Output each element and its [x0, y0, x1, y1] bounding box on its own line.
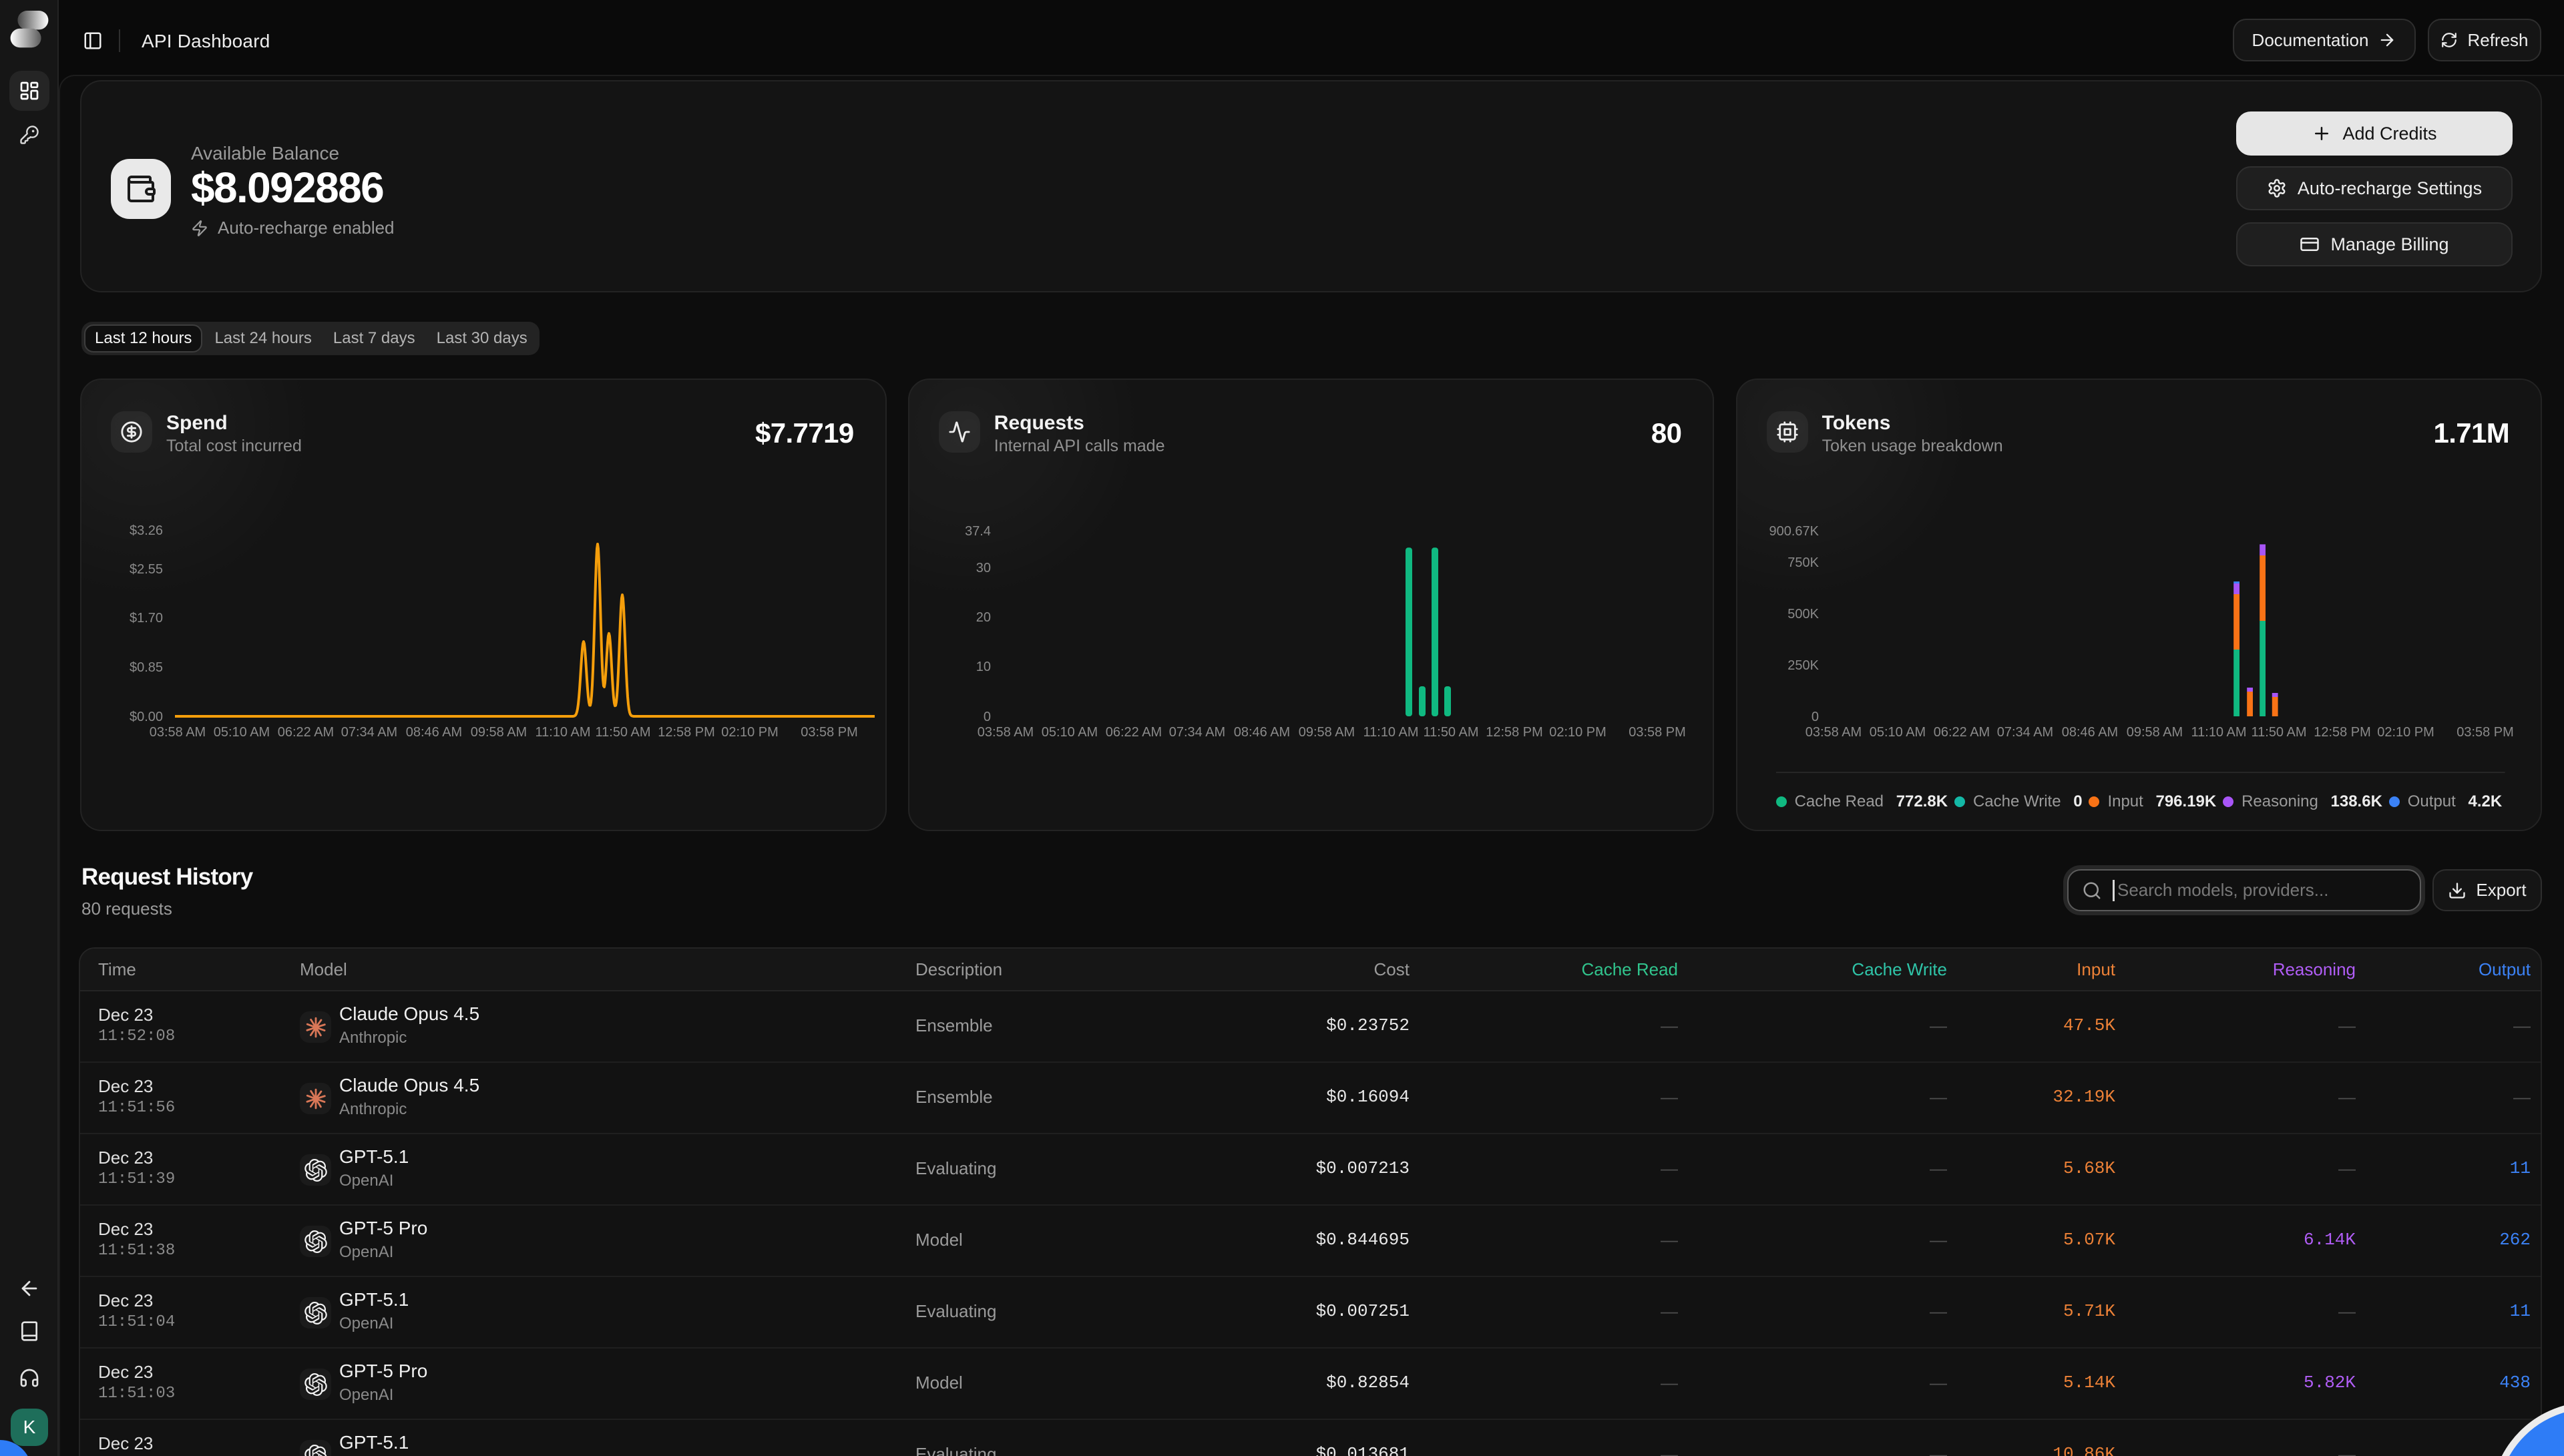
svg-text:750K: 750K	[1787, 555, 1819, 570]
svg-text:02:10 PM: 02:10 PM	[721, 725, 779, 740]
svg-text:08:46 AM: 08:46 AM	[2061, 725, 2117, 740]
svg-text:02:10 PM: 02:10 PM	[1549, 725, 1607, 740]
svg-text:03:58 AM: 03:58 AM	[978, 725, 1034, 740]
svg-text:11:10 AM: 11:10 AM	[2191, 725, 2246, 740]
svg-text:250K: 250K	[1787, 658, 1819, 673]
svg-text:03:58 AM: 03:58 AM	[1805, 725, 1861, 740]
svg-text:11:50 AM: 11:50 AM	[596, 725, 651, 740]
svg-text:$2.55: $2.55	[130, 562, 163, 577]
svg-text:11:10 AM: 11:10 AM	[1363, 725, 1418, 740]
svg-text:12:58 PM: 12:58 PM	[1486, 725, 1543, 740]
svg-text:$0.00: $0.00	[130, 710, 163, 724]
svg-text:11:50 AM: 11:50 AM	[1423, 725, 1478, 740]
svg-text:06:22 AM: 06:22 AM	[278, 725, 334, 740]
svg-text:06:22 AM: 06:22 AM	[1106, 725, 1162, 740]
svg-text:07:34 AM: 07:34 AM	[341, 725, 397, 740]
svg-text:08:46 AM: 08:46 AM	[1234, 725, 1290, 740]
svg-text:12:58 PM: 12:58 PM	[658, 725, 715, 740]
svg-text:07:34 AM: 07:34 AM	[1169, 725, 1225, 740]
svg-text:$1.70: $1.70	[130, 611, 163, 626]
svg-text:09:58 AM: 09:58 AM	[471, 725, 527, 740]
svg-text:$3.26: $3.26	[130, 523, 163, 538]
svg-text:07:34 AM: 07:34 AM	[1996, 725, 2053, 740]
svg-text:30: 30	[976, 561, 991, 575]
svg-text:03:58 PM: 03:58 PM	[1629, 725, 1686, 740]
svg-text:09:58 AM: 09:58 AM	[2126, 725, 2182, 740]
svg-text:10: 10	[976, 660, 991, 674]
svg-text:37.4: 37.4	[965, 524, 991, 539]
svg-text:20: 20	[976, 610, 991, 625]
svg-text:05:10 AM: 05:10 AM	[1042, 725, 1098, 740]
svg-text:$0.85: $0.85	[130, 660, 163, 675]
svg-text:0: 0	[1811, 710, 1818, 724]
svg-text:02:10 PM: 02:10 PM	[2377, 725, 2434, 740]
svg-text:08:46 AM: 08:46 AM	[406, 725, 462, 740]
svg-text:11:50 AM: 11:50 AM	[2251, 725, 2306, 740]
svg-text:0: 0	[984, 710, 991, 724]
svg-text:500K: 500K	[1787, 607, 1819, 622]
svg-text:900.67K: 900.67K	[1769, 524, 1819, 539]
svg-text:03:58 PM: 03:58 PM	[801, 725, 858, 740]
svg-text:12:58 PM: 12:58 PM	[2314, 725, 2371, 740]
svg-text:05:10 AM: 05:10 AM	[1869, 725, 1925, 740]
svg-text:11:10 AM: 11:10 AM	[536, 725, 591, 740]
svg-text:06:22 AM: 06:22 AM	[1933, 725, 1989, 740]
svg-text:03:58 AM: 03:58 AM	[150, 725, 206, 740]
svg-text:05:10 AM: 05:10 AM	[214, 725, 270, 740]
svg-text:09:58 AM: 09:58 AM	[1299, 725, 1355, 740]
svg-text:03:58 PM: 03:58 PM	[2456, 725, 2514, 740]
